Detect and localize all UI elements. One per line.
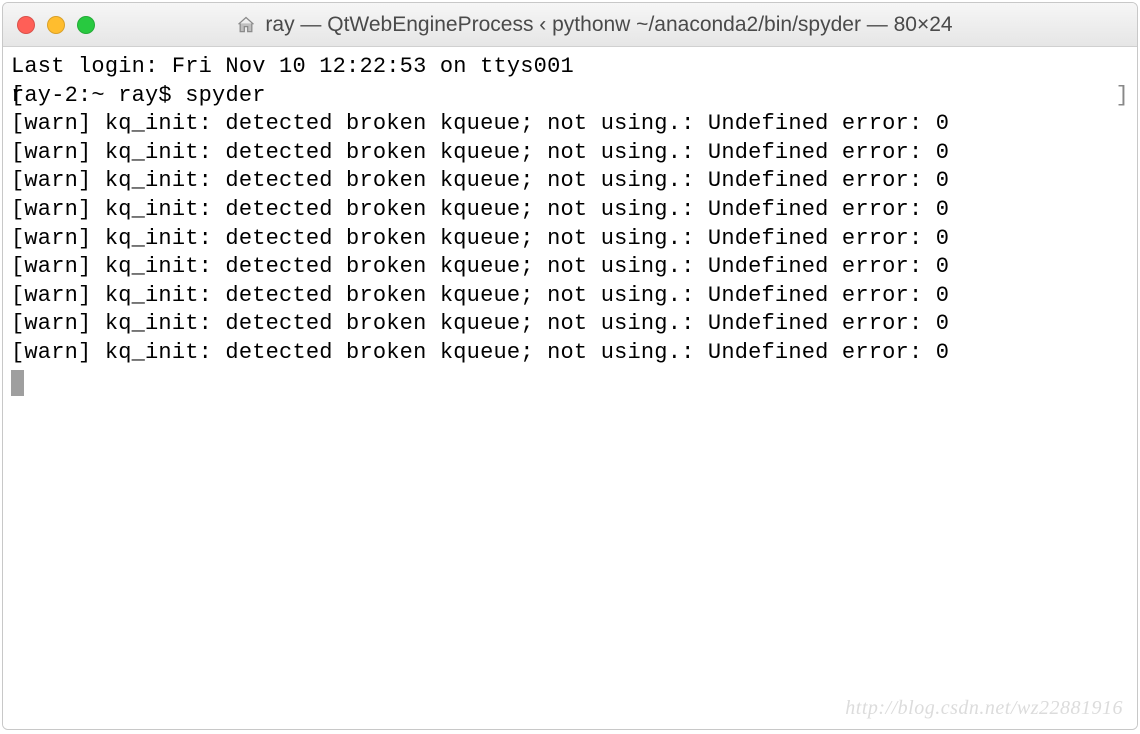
prompt-prefix: ray-2:~ ray$	[11, 83, 185, 108]
prompt-line: [ray-2:~ ray$ spyder]	[11, 82, 1129, 111]
warn-line: [warn] kq_init: detected broken kqueue; …	[11, 110, 1129, 139]
warn-lines: [warn] kq_init: detected broken kqueue; …	[11, 110, 1129, 367]
bracket-left: [	[11, 82, 24, 111]
home-icon	[235, 14, 257, 36]
warn-line: [warn] kq_init: detected broken kqueue; …	[11, 282, 1129, 311]
warn-line: [warn] kq_init: detected broken kqueue; …	[11, 139, 1129, 168]
bracket-right: ]	[1116, 82, 1129, 111]
title-content: ray — QtWebEngineProcess ‹ pythonw ~/ana…	[51, 13, 1137, 37]
titlebar: ray — QtWebEngineProcess ‹ pythonw ~/ana…	[3, 3, 1137, 47]
watermark-text: http://blog.csdn.net/wz22881916	[845, 694, 1123, 723]
warn-line: [warn] kq_init: detected broken kqueue; …	[11, 253, 1129, 282]
terminal-body[interactable]: Last login: Fri Nov 10 12:22:53 on ttys0…	[3, 47, 1137, 729]
warn-line: [warn] kq_init: detected broken kqueue; …	[11, 196, 1129, 225]
cursor-block	[11, 370, 24, 396]
window-title: ray — QtWebEngineProcess ‹ pythonw ~/ana…	[265, 13, 952, 37]
close-button[interactable]	[17, 16, 35, 34]
warn-line: [warn] kq_init: detected broken kqueue; …	[11, 339, 1129, 368]
command-text: spyder	[185, 83, 265, 108]
warn-line: [warn] kq_init: detected broken kqueue; …	[11, 225, 1129, 254]
terminal-window: ray — QtWebEngineProcess ‹ pythonw ~/ana…	[2, 2, 1138, 730]
warn-line: [warn] kq_init: detected broken kqueue; …	[11, 167, 1129, 196]
last-login-line: Last login: Fri Nov 10 12:22:53 on ttys0…	[11, 53, 1129, 82]
cursor-line	[11, 368, 1129, 399]
warn-line: [warn] kq_init: detected broken kqueue; …	[11, 310, 1129, 339]
